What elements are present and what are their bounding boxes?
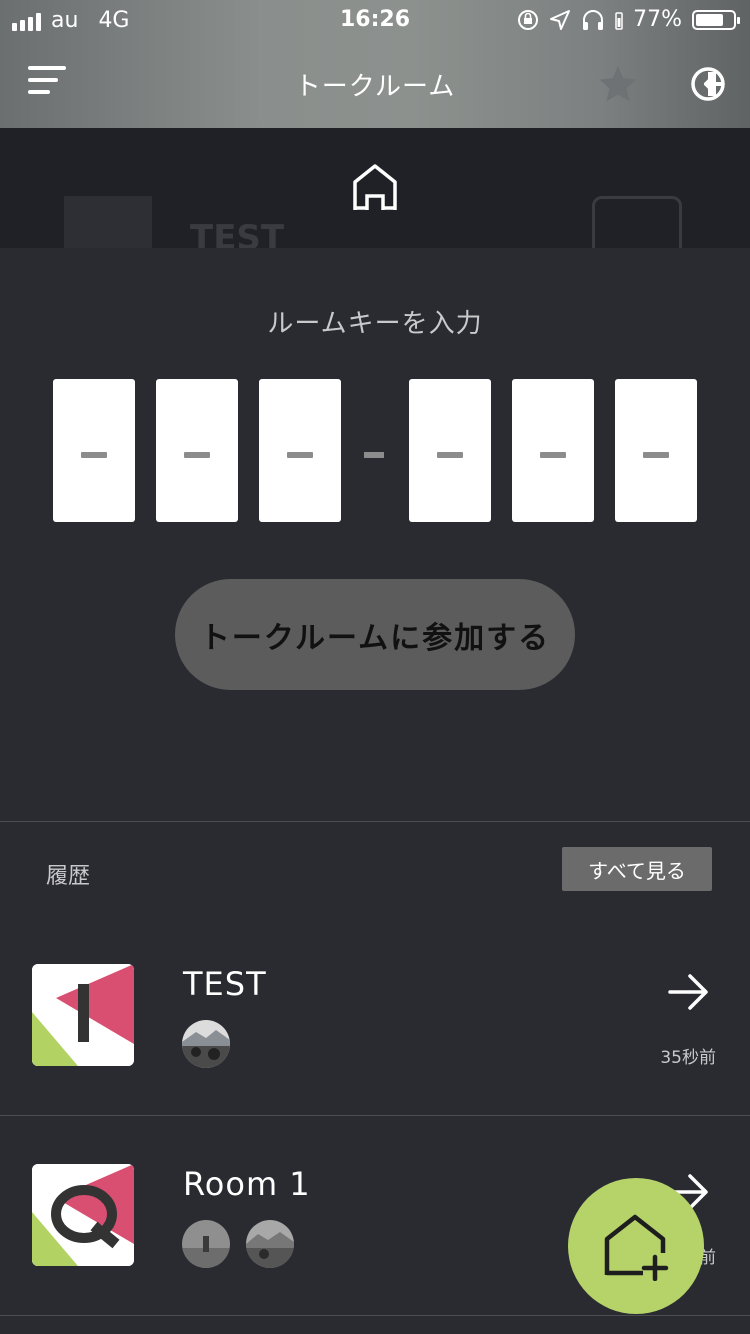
join-room-button[interactable]: トークルームに参加する — [175, 579, 575, 690]
room-logo-icon — [32, 1164, 134, 1266]
room-list-item[interactable]: TEST 35秒前 — [0, 915, 750, 1115]
room-key-label: ルームキーを入力 — [267, 309, 483, 339]
rotation-lock-icon — [518, 9, 539, 30]
status-right: 77% — [517, 7, 740, 32]
battery-percent: 77% — [633, 7, 682, 32]
room-last-active: 35秒前 — [660, 1048, 716, 1068]
location-icon — [550, 9, 571, 30]
exit-icon[interactable] — [686, 62, 730, 106]
arrow-right-icon[interactable] — [664, 967, 714, 1017]
battery-icon — [692, 9, 740, 30]
nav-bar: トークルーム — [0, 40, 750, 128]
member-avatar — [182, 1020, 230, 1068]
battery-fill — [696, 13, 723, 26]
room-key-box-2[interactable] — [156, 379, 238, 522]
room-key-box-1[interactable] — [53, 379, 135, 522]
headphones-icon — [583, 9, 604, 30]
section-divider — [0, 821, 750, 822]
create-room-button[interactable] — [568, 1178, 704, 1314]
background-room-logo — [64, 196, 152, 248]
key-placeholder-dash — [184, 452, 210, 458]
room-name: Room 1 — [183, 1165, 311, 1203]
key-placeholder-dash — [437, 452, 463, 458]
see-all-button[interactable]: すべて見る — [562, 847, 712, 891]
home-icon — [353, 164, 397, 210]
key-placeholder-dash — [81, 452, 107, 458]
room-key-box-5[interactable] — [512, 379, 594, 522]
member-avatar — [246, 1220, 294, 1268]
room-logo-icon — [32, 964, 134, 1066]
background-room-name: TEST — [190, 218, 285, 248]
add-home-icon — [604, 1214, 669, 1281]
room-key-separator — [364, 452, 384, 458]
history-label: 履歴 — [46, 864, 91, 889]
room-name: TEST — [183, 965, 267, 1003]
member-avatar — [182, 1220, 230, 1268]
key-placeholder-dash — [287, 452, 313, 458]
top-header: au 4G 16:26 77% トークルーム — [0, 0, 750, 128]
row-divider — [0, 1315, 750, 1316]
battery-small-icon — [615, 11, 623, 30]
room-key-box-4[interactable] — [409, 379, 491, 522]
room-key-box-3[interactable] — [259, 379, 341, 522]
status-bar: au 4G 16:26 77% — [0, 0, 750, 40]
key-placeholder-dash — [643, 452, 669, 458]
background-add-user-icon — [592, 196, 682, 248]
room-key-box-6[interactable] — [615, 379, 697, 522]
star-icon[interactable] — [596, 62, 640, 106]
key-placeholder-dash — [540, 452, 566, 458]
